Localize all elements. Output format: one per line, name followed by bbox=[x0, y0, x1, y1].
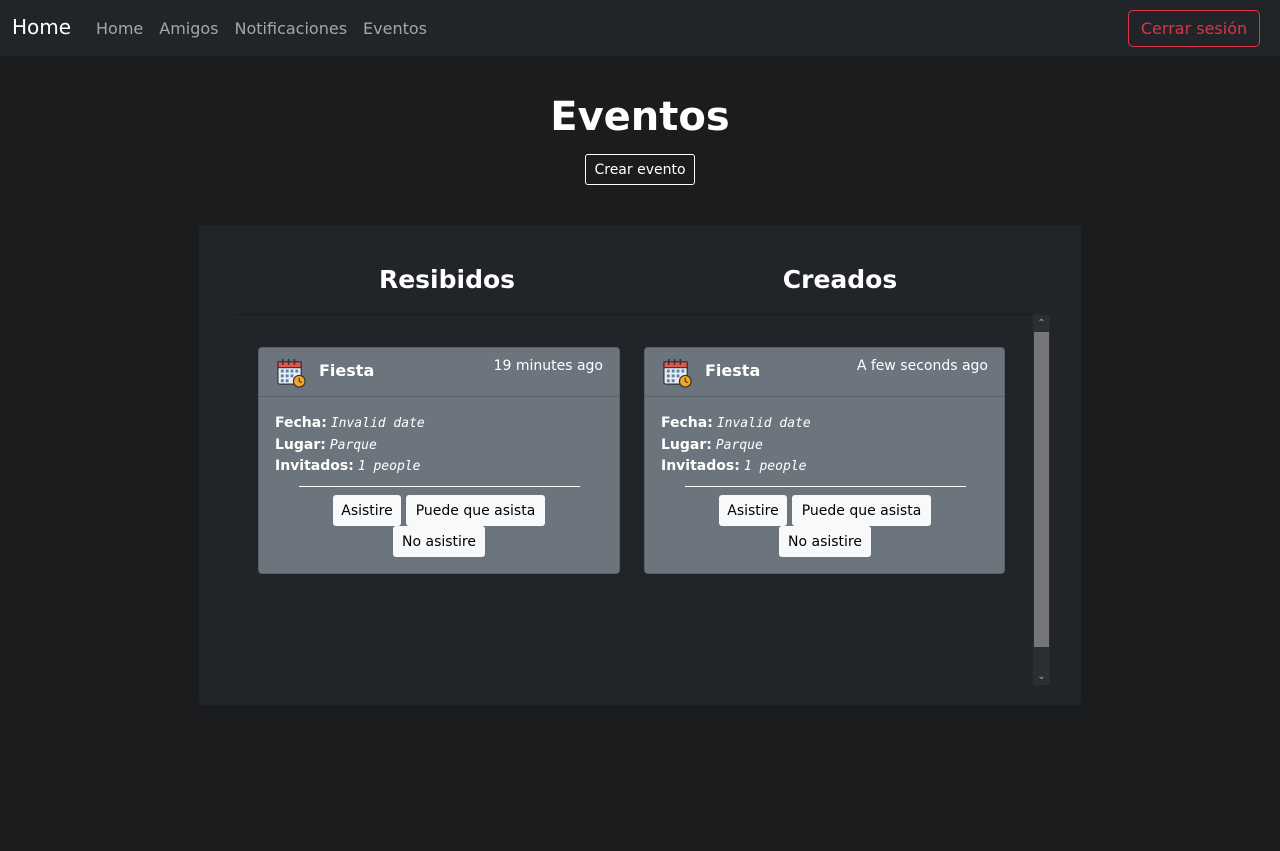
nav-links: Home Amigos Notificaciones Eventos bbox=[96, 19, 427, 38]
navbar-brand[interactable]: Home bbox=[12, 15, 71, 39]
event-date-row: Fecha: Invalid date bbox=[275, 415, 425, 431]
attend-button[interactable]: Asistire bbox=[719, 495, 787, 526]
fecha-value: Invalid date bbox=[716, 416, 811, 431]
invitados-value: 1 people bbox=[357, 459, 421, 474]
navbar: Home Home Amigos Notificaciones Eventos … bbox=[0, 0, 1280, 56]
card-header: Fiesta 19 minutes ago bbox=[259, 348, 619, 397]
logout-button[interactable]: Cerrar sesión bbox=[1128, 10, 1260, 47]
card-header: Fiesta A few seconds ago bbox=[645, 348, 1004, 397]
received-column-title: Resibidos bbox=[378, 265, 516, 294]
chevron-down-icon[interactable]: ⌄ bbox=[1033, 668, 1050, 685]
nav-link-home[interactable]: Home bbox=[96, 19, 143, 38]
chevron-up-icon[interactable]: ⌃ bbox=[1033, 315, 1050, 332]
event-guests-row: Invitados: 1 people bbox=[661, 458, 806, 474]
attend-button[interactable]: Asistire bbox=[333, 495, 401, 526]
card-divider bbox=[685, 486, 966, 487]
event-place-row: Lugar: Parque bbox=[275, 437, 377, 453]
event-place-row: Lugar: Parque bbox=[661, 437, 763, 453]
nav-link-amigos[interactable]: Amigos bbox=[159, 19, 218, 38]
scrollbar[interactable]: ⌃ ⌄ bbox=[1033, 315, 1050, 685]
fecha-label: Fecha: bbox=[275, 415, 327, 431]
lugar-label: Lugar: bbox=[275, 437, 326, 453]
header-divider bbox=[234, 314, 1032, 315]
not-attend-button[interactable]: No asistire bbox=[779, 526, 871, 557]
fecha-label: Fecha: bbox=[661, 415, 713, 431]
scrollbar-thumb[interactable] bbox=[1034, 332, 1049, 647]
lugar-value: Parque bbox=[329, 438, 377, 453]
event-title: Fiesta bbox=[319, 361, 375, 380]
fecha-value: Invalid date bbox=[330, 416, 425, 431]
event-guests-row: Invitados: 1 people bbox=[275, 458, 420, 474]
maybe-attend-button[interactable]: Puede que asista bbox=[406, 495, 545, 526]
calendar-clock-icon bbox=[663, 358, 692, 388]
invitados-label: Invitados: bbox=[275, 458, 354, 474]
event-title: Fiesta bbox=[705, 361, 761, 380]
nav-link-notificaciones[interactable]: Notificaciones bbox=[235, 19, 348, 38]
event-time: A few seconds ago bbox=[856, 358, 988, 374]
created-event-card: Fiesta A few seconds ago Fecha: Invalid d… bbox=[644, 347, 1005, 574]
events-panel: Resibidos Creados Fiesta 19 minutes ago bbox=[199, 225, 1081, 705]
invitados-label: Invitados: bbox=[661, 458, 740, 474]
lugar-label: Lugar: bbox=[661, 437, 712, 453]
card-divider bbox=[299, 486, 580, 487]
received-event-card: Fiesta 19 minutes ago Fecha: Invalid date… bbox=[258, 347, 620, 574]
calendar-clock-icon bbox=[277, 358, 306, 388]
event-date-row: Fecha: Invalid date bbox=[661, 415, 811, 431]
event-time: 19 minutes ago bbox=[493, 358, 603, 374]
nav-link-eventos[interactable]: Eventos bbox=[363, 19, 427, 38]
create-event-button[interactable]: Crear evento bbox=[585, 154, 695, 185]
lugar-value: Parque bbox=[715, 438, 763, 453]
not-attend-button[interactable]: No asistire bbox=[393, 526, 485, 557]
invitados-value: 1 people bbox=[743, 459, 807, 474]
maybe-attend-button[interactable]: Puede que asista bbox=[792, 495, 931, 526]
created-column-title: Creados bbox=[782, 265, 898, 294]
page-title: Eventos bbox=[550, 94, 730, 140]
